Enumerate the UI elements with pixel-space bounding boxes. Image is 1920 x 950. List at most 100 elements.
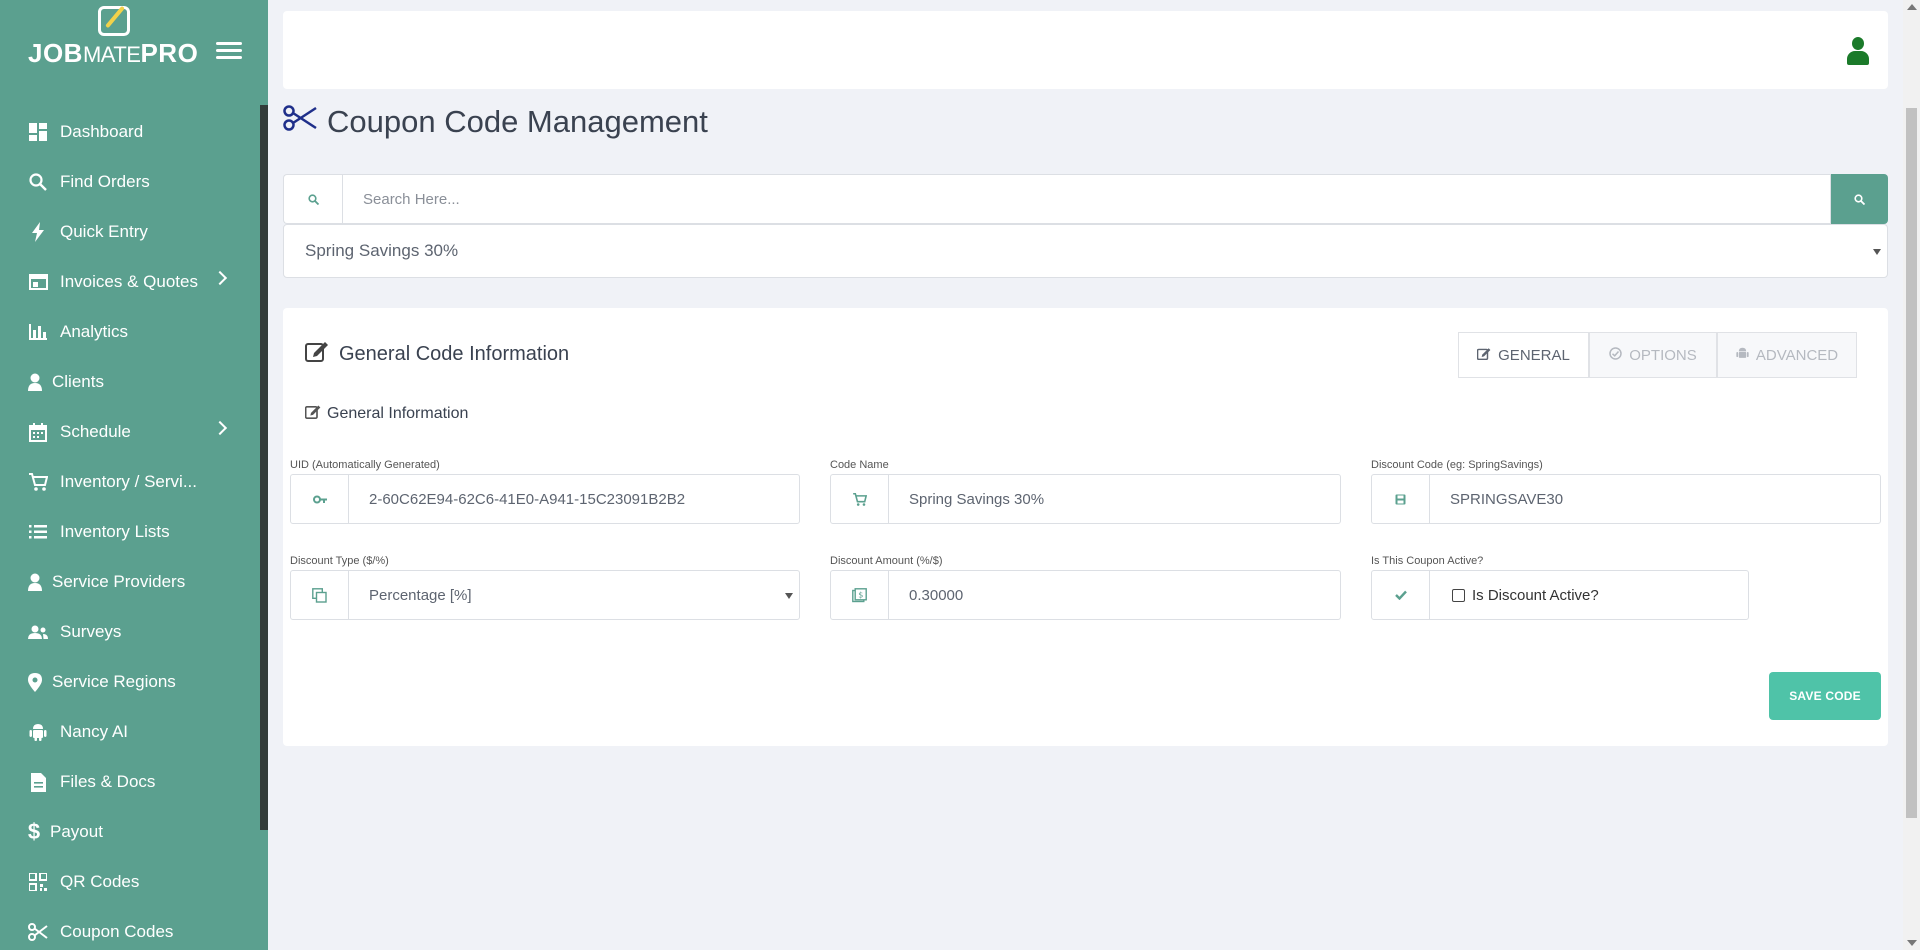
key-icon <box>291 475 349 523</box>
search-icon <box>283 174 342 224</box>
qr-code-icon <box>28 872 48 892</box>
search-bar <box>283 174 1888 224</box>
sidebar-item-coupon-codes[interactable]: Coupon Codes <box>0 907 258 950</box>
sidebar: JOBMATEPRO Dashboard Find Orders Quick E… <box>0 0 268 950</box>
code-name-value: Spring Savings 30% <box>909 490 1045 508</box>
cart-icon <box>831 475 889 523</box>
chevron-right-icon <box>212 270 228 286</box>
dashboard-icon <box>28 122 48 142</box>
logo-text-job: JOB <box>28 38 83 68</box>
sidebar-item-inventory-services[interactable]: Inventory / Servi... <box>0 457 258 507</box>
sidebar-item-nancy-ai[interactable]: Nancy AI <box>0 707 258 757</box>
scissors-icon <box>283 104 317 140</box>
svg-text:$: $ <box>858 590 863 599</box>
bar-chart-icon <box>28 322 48 342</box>
scroll-up-icon[interactable] <box>1907 4 1917 10</box>
calendar-icon <box>28 422 48 442</box>
users-icon <box>28 622 48 642</box>
app-logo[interactable]: JOBMATEPRO <box>28 5 228 68</box>
code-name-field[interactable]: Spring Savings 30% <box>830 474 1341 524</box>
tab-label: GENERAL <box>1498 346 1570 364</box>
sidebar-scrollbar[interactable] <box>260 105 268 830</box>
is-discount-active-label[interactable]: Is Discount Active? <box>1472 587 1599 604</box>
sidebar-item-label: Inventory / Servi... <box>60 472 197 491</box>
search-input[interactable] <box>342 174 1831 224</box>
money-icon: $ <box>831 571 889 619</box>
tab-label: ADVANCED <box>1755 346 1839 364</box>
cart-icon <box>28 472 48 492</box>
discount-amount-field[interactable]: $ 0.30000 <box>830 570 1341 620</box>
sidebar-item-label: QR Codes <box>60 872 140 891</box>
sidebar-item-quick-entry[interactable]: Quick Entry <box>0 207 258 257</box>
discount-type-select[interactable]: Percentage [%] <box>290 570 800 620</box>
sidebar-item-find-orders[interactable]: Find Orders <box>0 157 258 207</box>
uid-value: 2-60C62E94-62C6-41E0-A941-15C23091B2B2 <box>369 490 686 508</box>
sidebar-item-service-regions[interactable]: Service Regions <box>0 657 258 707</box>
code-name-label: Code Name <box>830 459 889 471</box>
discount-amount-label: Discount Amount (%/$) <box>830 555 943 567</box>
caret-down-icon <box>1873 249 1881 255</box>
logo-text-mate: MATE <box>82 42 141 67</box>
sidebar-item-label: Clients <box>52 372 104 391</box>
sidebar-item-label: Surveys <box>60 622 122 641</box>
card-tabs: GENERAL OPTIONS ADVANCED <box>1458 332 1857 378</box>
coupon-active-label: Is This Coupon Active? <box>1371 555 1484 567</box>
general-code-card: General Code Information GENERAL OPTIONS… <box>283 308 1888 746</box>
sidebar-item-dashboard[interactable]: Dashboard <box>0 107 258 157</box>
is-discount-active-checkbox[interactable] <box>1452 588 1465 602</box>
tab-general[interactable]: GENERAL <box>1458 332 1589 378</box>
sidebar-item-label: Coupon Codes <box>60 922 174 941</box>
user-account-icon[interactable] <box>1846 37 1870 65</box>
uid-label: UID (Automatically Generated) <box>290 459 440 471</box>
tab-options[interactable]: OPTIONS <box>1589 332 1717 378</box>
check-icon <box>1372 571 1430 619</box>
sidebar-item-payout[interactable]: $ Payout <box>0 807 258 857</box>
sidebar-item-label: Service Providers <box>52 572 186 591</box>
android-icon <box>28 722 48 742</box>
sidebar-item-label: Quick Entry <box>60 222 148 241</box>
check-circle-icon <box>1609 347 1622 363</box>
dollar-icon: $ <box>27 819 41 844</box>
page-title-text: Coupon Code Management <box>327 104 708 139</box>
tab-advanced[interactable]: ADVANCED <box>1717 332 1857 378</box>
user-icon <box>28 372 42 392</box>
sidebar-item-files-docs[interactable]: Files & Docs <box>0 757 258 807</box>
sidebar-item-label: Analytics <box>60 322 129 341</box>
logo-text-pro: PRO <box>140 38 199 68</box>
coupon-active-field: Is Discount Active? <box>1371 570 1749 620</box>
scrollbar-thumb[interactable] <box>1906 108 1917 818</box>
sidebar-item-label: Schedule <box>60 422 131 441</box>
sidebar-item-label: Invoices & Quotes <box>60 272 198 291</box>
top-bar <box>283 11 1888 89</box>
sidebar-item-label: Files & Docs <box>60 772 156 791</box>
page-scrollbar[interactable] <box>1903 0 1920 950</box>
scroll-down-icon[interactable] <box>1907 940 1917 946</box>
coupon-code-select-value: Spring Savings 30% <box>305 241 459 260</box>
caret-down-icon <box>785 593 793 599</box>
discount-code-label: Discount Code (eg: SpringSavings) <box>1371 459 1543 471</box>
page-title: Coupon Code Management <box>283 104 708 140</box>
sidebar-item-schedule[interactable]: Schedule <box>0 407 258 457</box>
sidebar-item-inventory-lists[interactable]: Inventory Lists <box>0 507 258 557</box>
scissors-icon <box>28 922 48 942</box>
section-title: General Information <box>304 404 468 424</box>
sidebar-item-analytics[interactable]: Analytics <box>0 307 258 357</box>
map-pin-icon <box>28 672 42 692</box>
sidebar-item-label: Inventory Lists <box>60 522 170 541</box>
file-icon <box>28 772 48 792</box>
sidebar-item-invoices-quotes[interactable]: Invoices & Quotes <box>0 257 258 307</box>
coupon-code-select[interactable]: Spring Savings 30% <box>283 224 1888 278</box>
save-code-button[interactable]: SAVE CODE <box>1769 672 1881 720</box>
discount-code-field[interactable]: SPRINGSAVE30 <box>1371 474 1881 524</box>
sidebar-item-label: Service Regions <box>52 672 176 691</box>
copy-icon <box>291 571 349 619</box>
edit-icon <box>304 404 321 424</box>
sidebar-item-qr-codes[interactable]: QR Codes <box>0 857 258 907</box>
menu-toggle-icon[interactable] <box>216 42 242 60</box>
sidebar-item-service-providers[interactable]: Service Providers <box>0 557 258 607</box>
sidebar-item-label: Payout <box>50 822 103 841</box>
sidebar-item-surveys[interactable]: Surveys <box>0 607 258 657</box>
search-button[interactable] <box>1831 174 1888 224</box>
uid-field[interactable]: 2-60C62E94-62C6-41E0-A941-15C23091B2B2 <box>290 474 800 524</box>
sidebar-item-clients[interactable]: Clients <box>0 357 258 407</box>
